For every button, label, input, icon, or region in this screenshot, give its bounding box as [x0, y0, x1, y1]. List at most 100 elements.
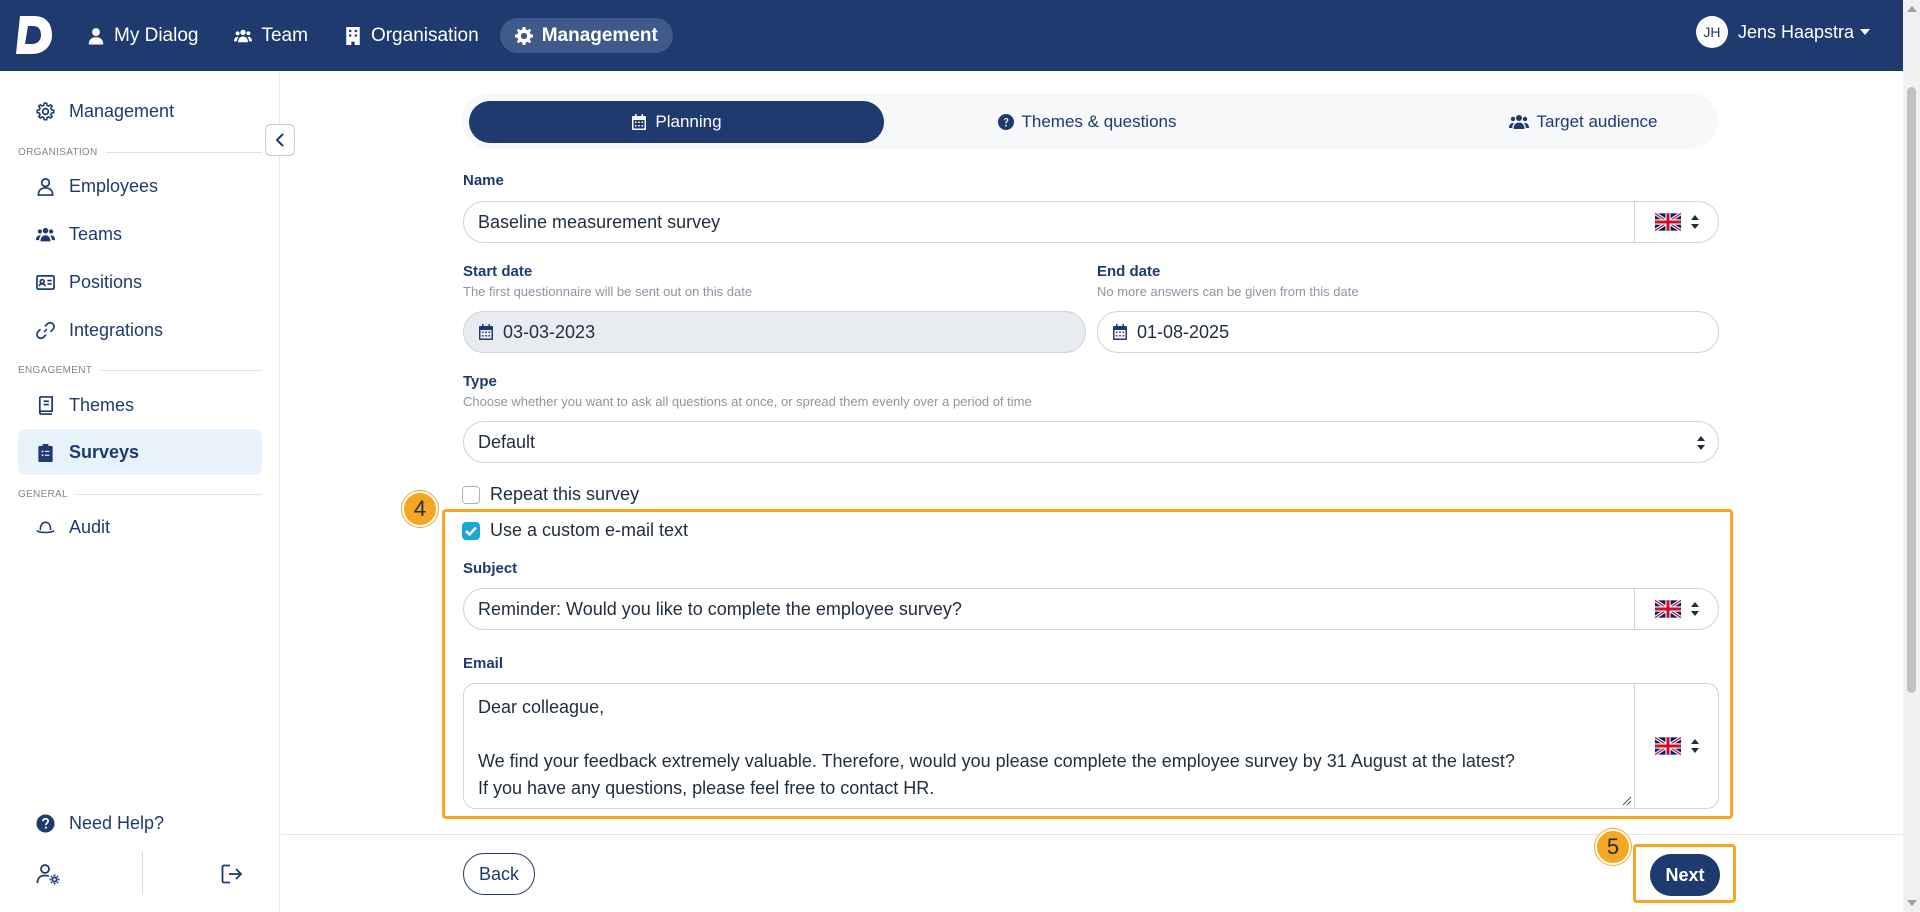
nav-team[interactable]: Team: [219, 18, 322, 53]
type-help: Choose whether you want to ask all quest…: [463, 394, 1032, 409]
uk-flag-icon: [1654, 600, 1681, 618]
email-textarea[interactable]: Dear colleague, We find your feedback ex…: [463, 683, 1719, 809]
sort-arrows-icon: [1690, 739, 1699, 753]
avatar: JH: [1695, 16, 1728, 48]
calendar-icon: [1113, 324, 1127, 340]
tab-audience-label: Target audience: [1536, 112, 1658, 131]
sidebar-item-label: Management: [69, 100, 175, 121]
id-card-icon: [36, 274, 55, 290]
email-line: Dear colleague,: [478, 697, 605, 717]
sidebar-section-engagement: ENGAGEMENT: [18, 365, 262, 376]
end-date-help: No more answers can be given from this d…: [1097, 284, 1359, 299]
check-icon: [465, 526, 477, 536]
sidebar-item-label: Surveys: [69, 441, 140, 462]
user-name: Jens Haapstra: [1737, 21, 1854, 42]
sort-arrows-icon: [1690, 215, 1699, 229]
language-select[interactable]: [1634, 202, 1718, 242]
custom-email-label: Use a custom e-mail text: [490, 520, 689, 540]
end-date-input[interactable]: 01-08-2025: [1097, 311, 1719, 353]
sidebar-item-management[interactable]: Management: [18, 88, 262, 134]
name-input[interactable]: Baseline measurement survey: [463, 201, 1719, 243]
logout-icon[interactable]: [221, 864, 243, 884]
page-title-clipped: [780, 48, 980, 71]
uk-flag-icon: [1654, 737, 1681, 755]
subject-input[interactable]: Reminder: Would you like to complete the…: [463, 588, 1719, 630]
checkbox-unchecked[interactable]: [462, 485, 480, 504]
sidebar-item-label: Positions: [69, 271, 143, 292]
users-icon: [36, 227, 55, 241]
building-icon: [346, 26, 360, 45]
type-select[interactable]: Default: [463, 421, 1719, 463]
resize-handle-icon[interactable]: [1622, 796, 1632, 806]
sidebar-item-surveys[interactable]: Surveys: [18, 429, 262, 475]
nav-organisation-label: Organisation: [370, 24, 479, 46]
caret-down-icon: [1860, 29, 1870, 35]
start-date-value: 03-03-2023: [503, 321, 596, 342]
calendar-icon: [479, 324, 493, 340]
need-help-link[interactable]: Need Help?: [18, 800, 262, 846]
clipboard-icon: [38, 443, 53, 462]
checkbox-checked[interactable]: [462, 521, 480, 540]
name-label: Name: [463, 172, 504, 189]
email-line: We find your feedback extremely valuable…: [478, 751, 1515, 771]
hat-icon: [36, 521, 55, 533]
back-button[interactable]: Back: [463, 853, 535, 895]
tab-planning[interactable]: Planning: [469, 101, 884, 143]
subject-value: Reminder: Would you like to complete the…: [478, 598, 962, 619]
sidebar-item-integrations[interactable]: Integrations: [18, 307, 262, 353]
email-label: Email: [463, 655, 504, 672]
scroll-up-icon[interactable]: [1907, 6, 1917, 12]
dialog-logo-icon[interactable]: [16, 14, 54, 56]
end-date-label: End date: [1097, 263, 1161, 280]
sidebar-item-employees[interactable]: Employees: [18, 163, 262, 209]
user-icon: [88, 27, 104, 44]
scroll-down-icon[interactable]: [1907, 900, 1917, 906]
user-outline-icon: [37, 177, 54, 196]
page-scrollbar[interactable]: [1903, 0, 1920, 912]
end-date-value: 01-08-2025: [1137, 321, 1230, 342]
collapse-sidebar-button[interactable]: [265, 124, 295, 156]
start-date-help: The first questionnaire will be sent out…: [463, 284, 753, 299]
sidebar-bottom-divider: [142, 852, 143, 894]
language-select[interactable]: [1634, 684, 1718, 808]
language-select[interactable]: [1634, 589, 1718, 629]
name-value: Baseline measurement survey: [478, 211, 721, 232]
start-date-label: Start date: [463, 263, 533, 280]
nav-management[interactable]: Management: [499, 18, 673, 53]
users-icon: [234, 29, 253, 42]
email-line: If you have any questions, please feel f…: [478, 778, 935, 798]
gear-outline-icon: [36, 101, 55, 121]
calendar-icon: [632, 114, 647, 130]
uk-flag-icon: [1654, 213, 1681, 231]
custom-email-checkbox[interactable]: Use a custom e-mail text: [462, 520, 688, 541]
step-5-badge: 5: [1595, 829, 1631, 865]
repeat-survey-label: Repeat this survey: [490, 484, 640, 504]
user-menu[interactable]: JH Jens Haapstra: [1695, 16, 1870, 48]
sidebar: Management ORGANISATION Employees Teams …: [0, 71, 280, 912]
type-label: Type: [463, 373, 497, 390]
next-button[interactable]: Next: [1650, 854, 1720, 896]
tab-themes-questions[interactable]: Themes & questions: [875, 101, 1299, 143]
nav-organisation[interactable]: Organisation: [329, 18, 494, 53]
sidebar-item-audit[interactable]: Audit: [18, 504, 262, 550]
tab-target-audience[interactable]: Target audience: [1468, 101, 1698, 143]
user-settings-icon[interactable]: [36, 863, 60, 885]
need-help-label: Need Help?: [69, 812, 165, 833]
sidebar-item-label: Themes: [69, 394, 135, 415]
subject-label: Subject: [463, 560, 518, 577]
sidebar-item-teams[interactable]: Teams: [18, 211, 262, 257]
book-icon: [38, 395, 54, 415]
footer-divider: [281, 834, 1903, 835]
start-date-input: 03-03-2023: [463, 311, 1086, 353]
sidebar-item-positions[interactable]: Positions: [18, 259, 262, 305]
nav-my-dialog[interactable]: My Dialog: [72, 18, 213, 53]
email-body: Dear colleague, We find your feedback ex…: [478, 694, 1588, 802]
scroll-thumb[interactable]: [1907, 87, 1916, 693]
sort-arrows-icon: [1690, 602, 1699, 616]
nav-my-dialog-label: My Dialog: [114, 24, 199, 46]
question-circle-icon: [997, 114, 1014, 130]
repeat-survey-checkbox[interactable]: Repeat this survey: [462, 484, 639, 505]
sidebar-item-themes[interactable]: Themes: [18, 382, 262, 428]
sidebar-section-general: GENERAL: [18, 489, 262, 500]
tab-planning-label: Planning: [655, 112, 722, 131]
